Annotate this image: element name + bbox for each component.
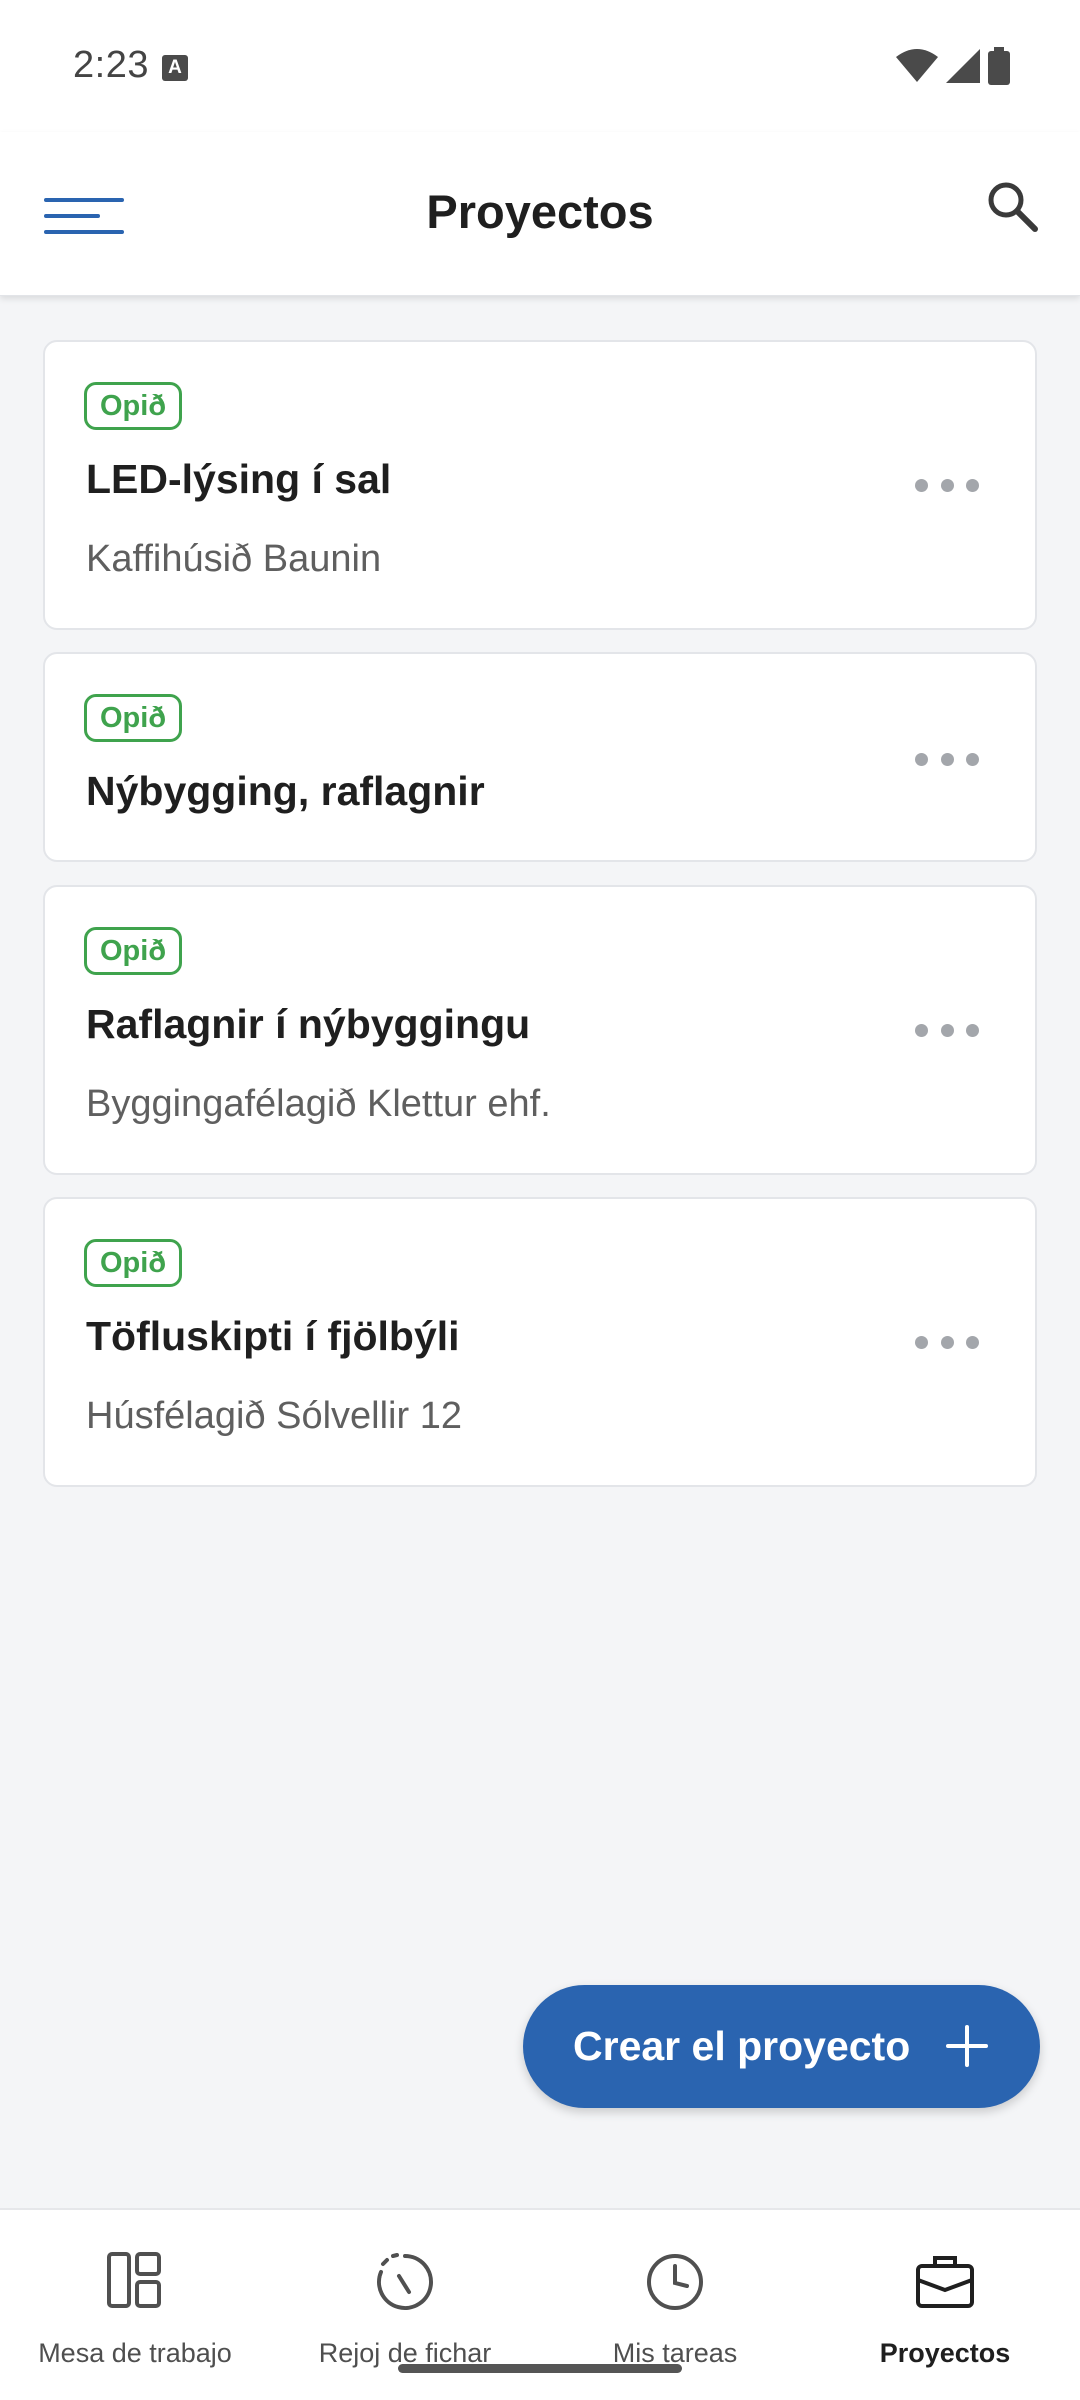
- home-indicator: [398, 2364, 682, 2373]
- nav-item-proyectos[interactable]: Proyectos: [810, 2210, 1080, 2400]
- search-icon[interactable]: [982, 176, 1042, 236]
- create-project-label: Crear el proyecto: [573, 2023, 911, 2069]
- status-badge: Opið: [84, 1239, 183, 1287]
- project-client: Byggingafélagið Klettur ehf.: [86, 1083, 551, 1125]
- project-card[interactable]: Opið Töfluskipti í fjölbýli Húsfélagið S…: [43, 1197, 1037, 1487]
- project-card[interactable]: Opið Nýbygging, raflagnir: [43, 652, 1037, 862]
- nav-label: Proyectos: [879, 2338, 1011, 2368]
- project-title: Raflagnir í nýbyggingu: [86, 1001, 531, 1047]
- page-title: Proyectos: [426, 185, 654, 238]
- status-badge: Opið: [84, 382, 183, 430]
- dashboard-icon: [107, 2252, 161, 2308]
- plus-icon: [946, 2025, 988, 2067]
- nav-item-mesa-de-trabajo[interactable]: Mesa de trabajo: [0, 2210, 270, 2400]
- project-title: LED-lýsing í sal: [86, 456, 392, 502]
- more-options-icon[interactable]: [915, 752, 979, 766]
- create-project-button[interactable]: Crear el proyecto: [523, 1985, 1040, 2108]
- app-bar: Proyectos: [0, 132, 1080, 296]
- clock-icon: [647, 2254, 703, 2310]
- project-card[interactable]: Opið Raflagnir í nýbyggingu Byggingaféla…: [43, 885, 1037, 1175]
- briefcase-icon: [916, 2256, 974, 2308]
- project-title: Töfluskipti í fjölbýli: [86, 1313, 460, 1359]
- status-time: 2:23: [73, 44, 149, 86]
- time-clock-icon: [377, 2253, 433, 2310]
- battery-icon: [988, 47, 1010, 85]
- status-badge: Opið: [84, 694, 183, 742]
- cell-signal-icon: [946, 49, 980, 83]
- wifi-icon: [896, 49, 938, 82]
- status-bar: 2:23 A: [0, 0, 1080, 132]
- status-icons: [896, 46, 1010, 86]
- project-card[interactable]: Opið LED-lýsing í sal Kaffihúsið Baunin: [43, 340, 1037, 630]
- project-client: Kaffihúsið Baunin: [86, 538, 382, 580]
- project-title: Nýbygging, raflagnir: [86, 768, 485, 814]
- text-a-icon: A: [162, 55, 188, 81]
- nav-label: Mesa de trabajo: [38, 2338, 232, 2368]
- project-client: Húsfélagið Sólvellir 12: [86, 1395, 462, 1437]
- status-badge: Opið: [84, 927, 183, 975]
- more-options-icon[interactable]: [915, 1023, 979, 1037]
- more-options-icon[interactable]: [915, 1335, 979, 1349]
- more-options-icon[interactable]: [915, 478, 979, 492]
